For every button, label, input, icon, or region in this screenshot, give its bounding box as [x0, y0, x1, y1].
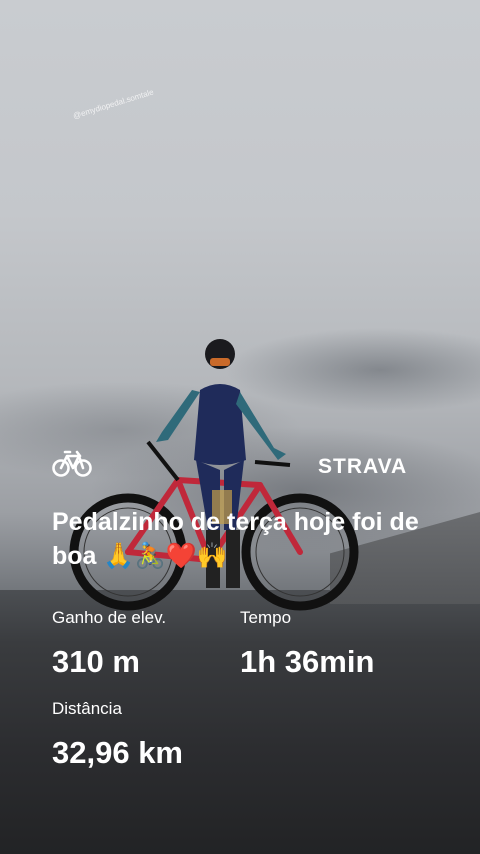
strava-logo: STRAVA	[318, 455, 408, 478]
time-label: Tempo	[240, 608, 292, 627]
time-value: 1h 36min	[240, 644, 375, 679]
distance-value: 32,96 km	[52, 735, 183, 770]
elevation-label: Ganho de elev.	[52, 608, 167, 627]
activity-title: Pedalzinho de terça hoje foi de boa 🙏🚴❤️…	[52, 508, 419, 570]
road-ground	[0, 590, 480, 854]
bicycle-icon	[52, 450, 92, 477]
distance-label: Distância	[52, 699, 122, 718]
watermark-text: @emydiopedal.somtale	[72, 87, 155, 121]
elevation-value: 310 m	[52, 644, 140, 679]
story-screen: @emydiopedal.somtale STRAVA Pedalzinho d…	[0, 0, 480, 854]
